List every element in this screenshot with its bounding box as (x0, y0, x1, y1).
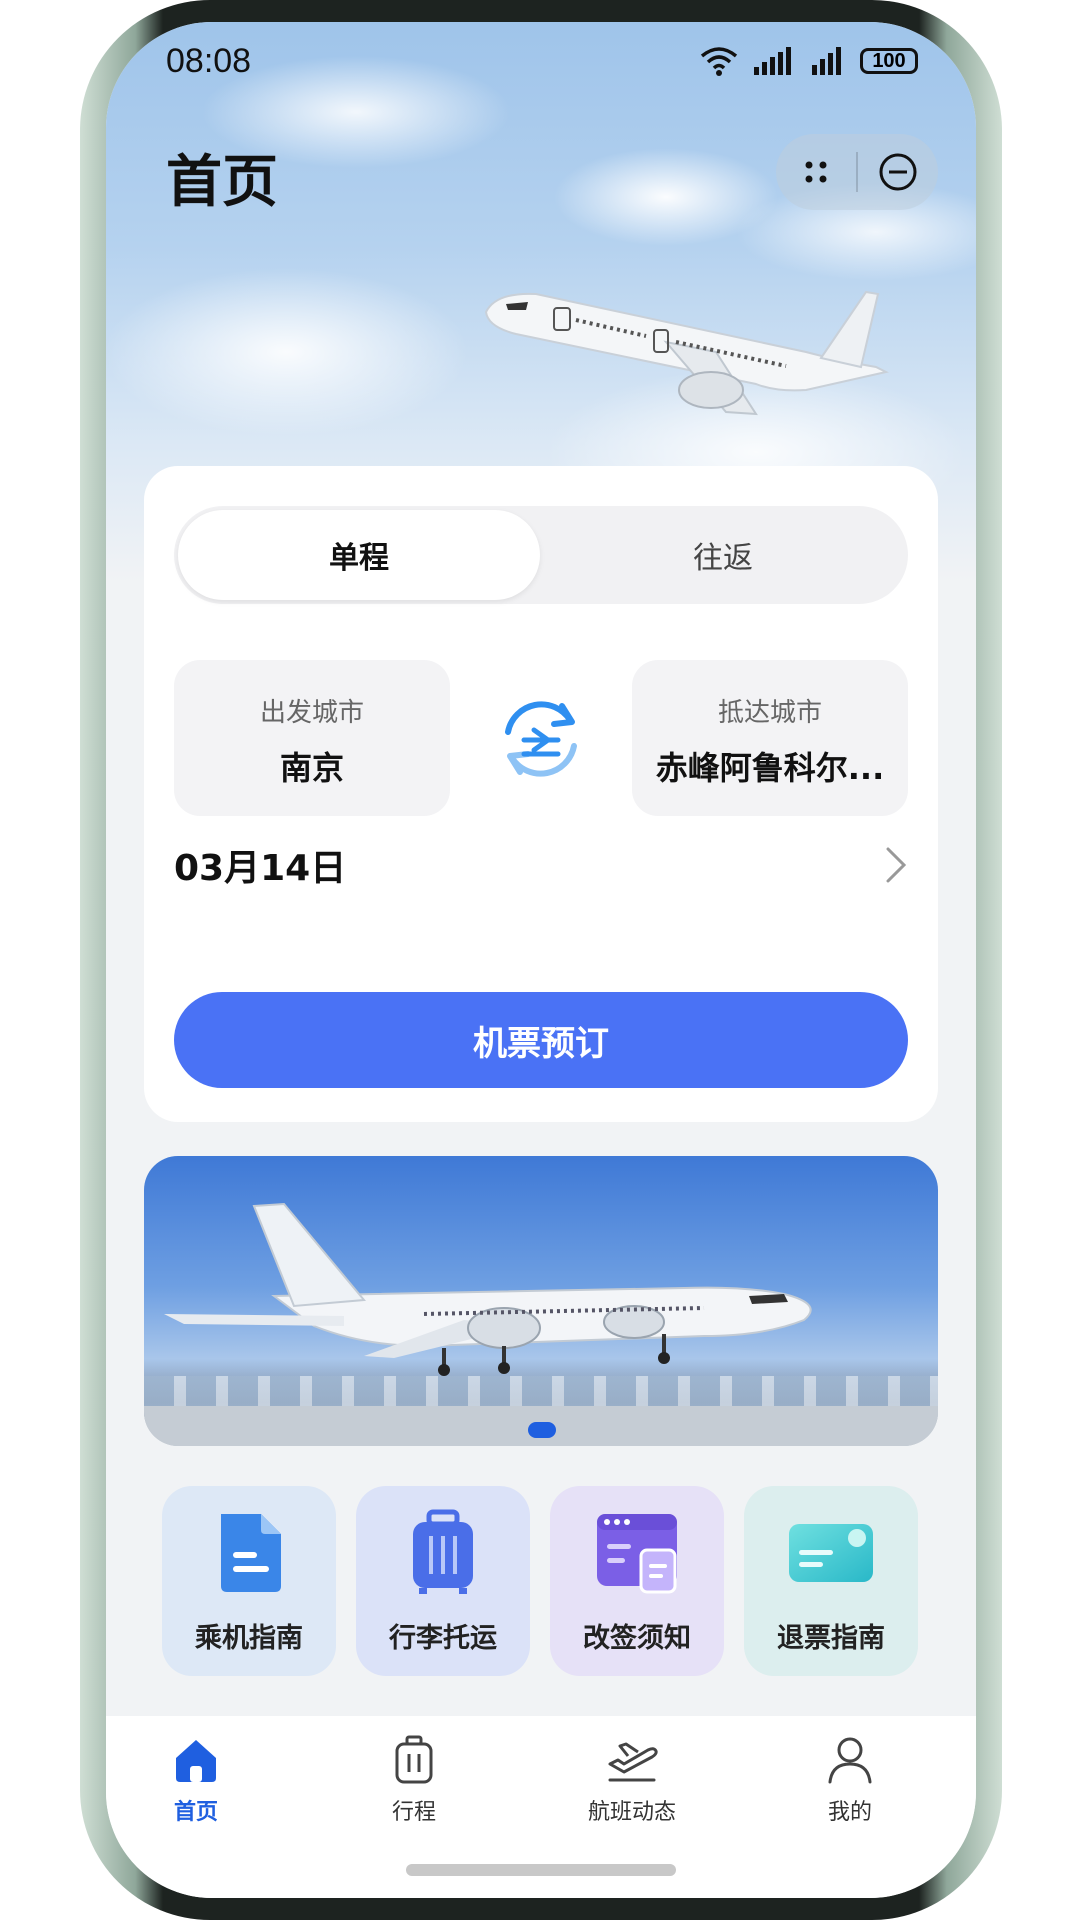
status-time: 08:08 (166, 42, 252, 80)
document-icon (221, 1514, 281, 1592)
service-label: 退票指南 (777, 1623, 885, 1654)
carousel-indicator[interactable] (528, 1422, 556, 1438)
tab-label: 我的 (827, 1800, 872, 1825)
tab-label: 航班动态 (587, 1800, 676, 1825)
status-bar: 08:08 100 (106, 22, 976, 102)
suitcase-icon (395, 1735, 433, 1784)
person-icon (828, 1737, 872, 1784)
card-icon (789, 1524, 873, 1582)
window-doc-icon (597, 1514, 677, 1594)
arrival-city-field[interactable]: 抵达城市 赤峰阿鲁科尔... (632, 660, 908, 816)
more-dots-icon (805, 161, 827, 183)
app-screen: 08:08 100 首页 单程 往返 出发城市 南京 抵达城市 赤峰阿鲁科尔..… (106, 22, 976, 1898)
departure-city-field[interactable]: 出发城市 南京 (174, 660, 450, 816)
tab-round-trip[interactable]: 往返 (542, 510, 904, 600)
tab-profile[interactable]: 我的 (770, 1734, 930, 1826)
home-icon (176, 1740, 216, 1782)
tab-label: 行程 (391, 1800, 436, 1825)
tab-label: 首页 (173, 1800, 218, 1825)
page-title: 首页 (166, 150, 278, 215)
date-selector[interactable]: 03月14日 (174, 820, 908, 910)
departure-date: 03月14日 (174, 848, 347, 889)
mini-program-capsule (776, 134, 938, 210)
service-change-notice[interactable]: 改签须知 (550, 1486, 724, 1676)
battery-indicator: 100 (860, 48, 918, 74)
service-label: 乘机指南 (195, 1623, 303, 1654)
more-button[interactable] (776, 134, 856, 210)
close-button[interactable] (858, 134, 938, 210)
arrival-city: 赤峰阿鲁科尔... (655, 749, 885, 787)
airplane-illustration (484, 290, 889, 416)
arrival-label: 抵达城市 (717, 698, 822, 728)
wifi-icon (700, 47, 738, 76)
home-indicator[interactable] (406, 1864, 676, 1876)
departure-label: 出发城市 (259, 698, 364, 728)
minus-circle-icon (879, 153, 917, 191)
signal-icon-2 (812, 47, 841, 75)
banner-airplane-image (164, 1202, 812, 1376)
promo-banner[interactable] (144, 1156, 938, 1446)
tab-flight-status[interactable]: 航班动态 (552, 1734, 712, 1826)
swap-cities-icon[interactable] (496, 694, 586, 784)
service-label: 改签须知 (583, 1623, 691, 1654)
tab-home[interactable]: 首页 (116, 1734, 276, 1826)
plane-takeoff-icon (608, 1742, 658, 1782)
luggage-icon (413, 1509, 473, 1594)
chevron-right-icon (886, 847, 907, 883)
quick-services: 乘机指南 行李托运 改签须知 退票指南 (162, 1486, 920, 1676)
service-boarding-guide[interactable]: 乘机指南 (162, 1486, 336, 1676)
service-baggage[interactable]: 行李托运 (356, 1486, 530, 1676)
signal-icon (754, 47, 791, 75)
service-refund-guide[interactable]: 退票指南 (744, 1486, 918, 1676)
booking-card: 单程 往返 出发城市 南京 抵达城市 赤峰阿鲁科尔... 03月14日 机票预订 (144, 466, 938, 1122)
book-ticket-button[interactable]: 机票预订 (174, 992, 908, 1088)
service-label: 行李托运 (389, 1623, 497, 1654)
status-icons: 100 (700, 46, 918, 76)
tab-trips[interactable]: 行程 (334, 1734, 494, 1826)
trip-type-toggle: 单程 往返 (174, 506, 908, 604)
tab-one-way[interactable]: 单程 (178, 510, 540, 600)
departure-city: 南京 (279, 749, 344, 787)
